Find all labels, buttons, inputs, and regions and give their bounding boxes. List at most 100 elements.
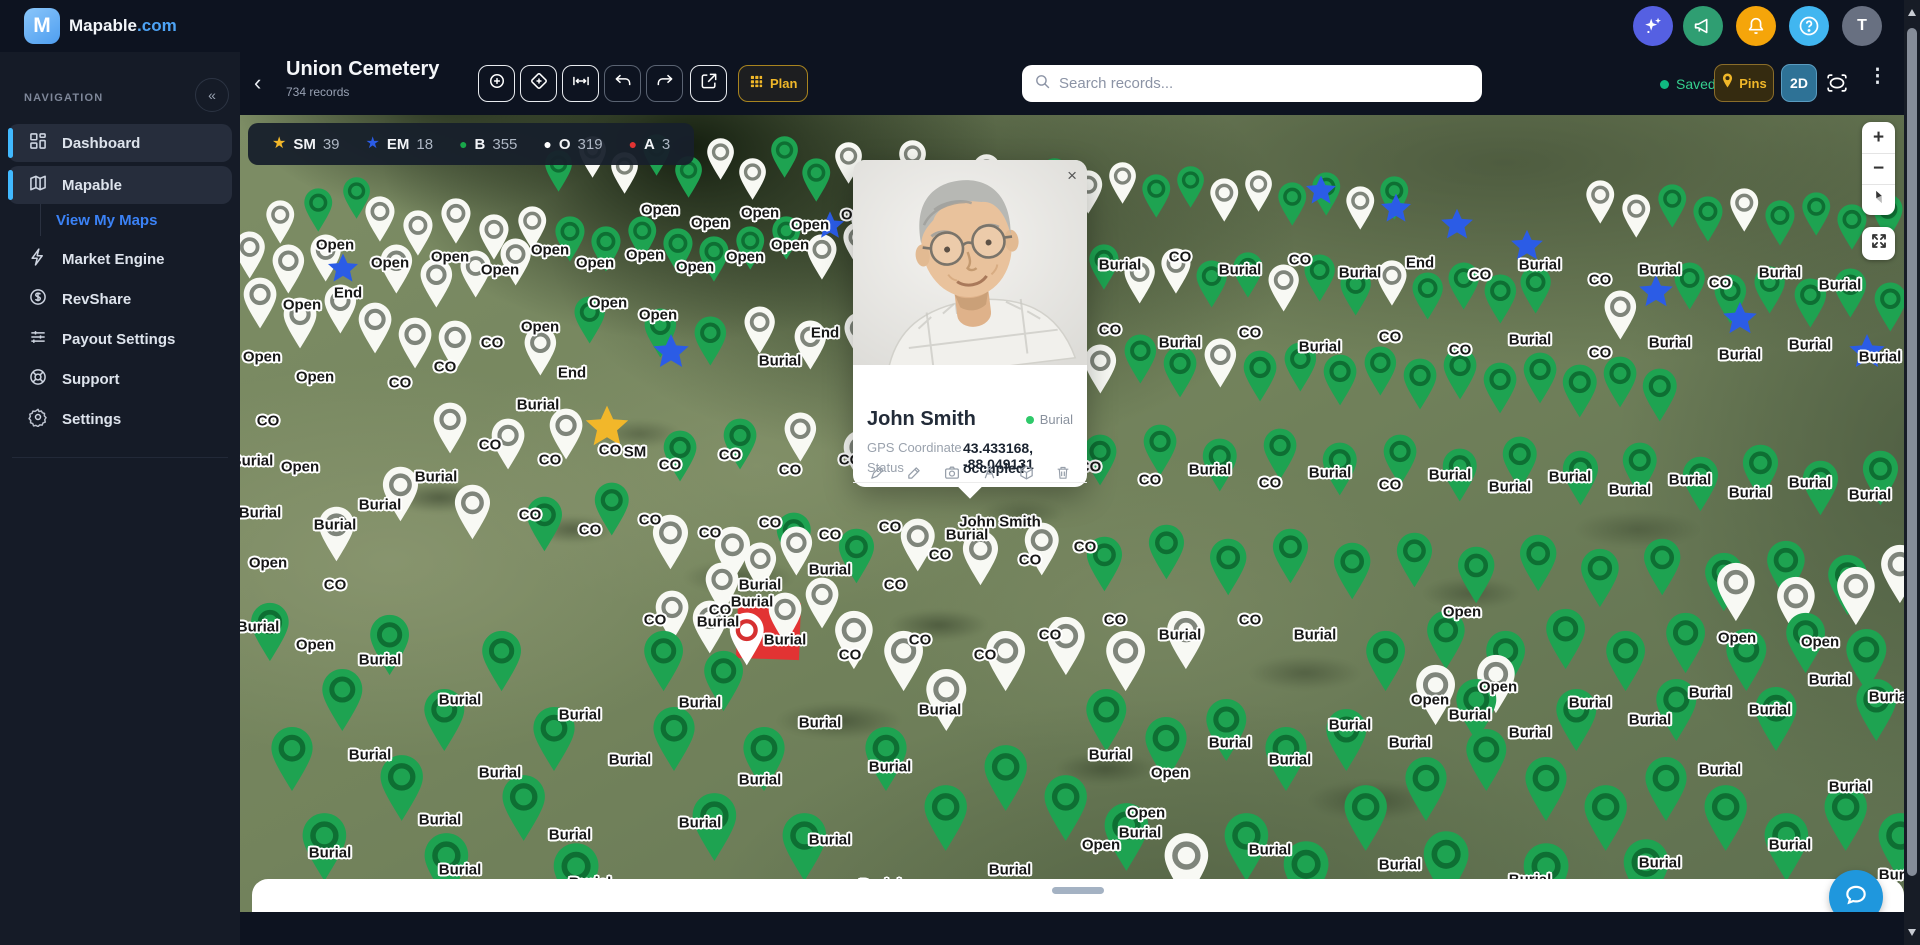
blue-star-marker[interactable] [1379,191,1413,225]
scroll-down-arrow[interactable] [1908,929,1916,936]
sidebar-item-support[interactable]: Support [8,360,232,398]
redo-icon [655,71,675,96]
blue-star-marker[interactable] [1304,173,1338,207]
compass-button[interactable] [1862,184,1895,215]
circle-icon: ● [543,137,551,151]
legend-item-o: ●O319 [543,136,602,153]
bottom-sheet [252,879,1904,912]
zoom-in-button[interactable]: + [1862,122,1895,153]
record-category: Burial [1026,412,1073,427]
add-location-button[interactable] [478,65,515,102]
export-button[interactable] [690,65,727,102]
sidebar-item-label: Mapable [62,177,122,194]
sidebar-item-payout-settings[interactable]: Payout Settings [8,320,232,358]
sidebar-item-settings[interactable]: Settings [8,400,232,438]
blue-star-marker[interactable] [1721,299,1759,337]
sidebar-item-label: RevShare [62,291,131,308]
star-icon: ★ [272,136,286,152]
pins-label: Pins [1739,76,1766,91]
blue-star-marker[interactable] [814,209,846,241]
nav-section-label: NAVIGATION [24,92,103,104]
close-icon[interactable]: × [1067,166,1077,186]
legend-count: 355 [492,136,517,153]
search-input[interactable] [1059,75,1470,92]
blue-star-marker[interactable] [326,251,360,285]
logo[interactable]: M Mapable.com [24,8,177,44]
cube-button[interactable] [1018,460,1035,484]
brand-name: Mapable [69,16,137,35]
expand-icon [1870,232,1888,255]
camera-button[interactable] [943,460,961,484]
help-button[interactable] [1789,6,1829,46]
map-canvas[interactable]: OpenOpenOpenOpenOpenOpenOpenOpenOpenOpen… [240,115,1904,912]
redo-button[interactable] [646,65,683,102]
blue-star-marker[interactable] [651,331,691,371]
sidebar-item-revshare[interactable]: RevShare [8,280,232,318]
blue-star-marker[interactable] [1439,206,1475,242]
compass-tool-button[interactable] [981,460,998,484]
move-pin-button[interactable] [520,65,557,102]
megaphone-icon [1692,15,1714,37]
legend-item-sm: ★SM39 [272,136,340,153]
marker-pen-button[interactable] [869,460,886,484]
sliders-icon [28,327,48,352]
undo-icon [613,71,633,96]
map-zoom-controls: + − [1862,122,1895,215]
notifications-button[interactable] [1736,6,1776,46]
undo-button[interactable] [604,65,641,102]
legend-count: 18 [416,136,433,153]
sidebar-item-market-engine[interactable]: Market Engine [8,240,232,278]
legend-item-b: ●B355 [459,136,517,153]
sidebar-collapse-button[interactable]: « [195,78,229,112]
bell-icon [1745,15,1767,37]
edit-button[interactable] [906,460,923,484]
sidebar-item-mapable[interactable]: Mapable [8,166,232,204]
active-accent [8,170,13,200]
zoom-out-button[interactable]: − [1862,153,1895,184]
measure-icon [571,71,591,96]
map-fullscreen-button[interactable] [1862,227,1895,260]
blue-star-marker[interactable] [1509,227,1545,263]
search-icon [1034,73,1051,95]
page-title: Union Cemetery [286,58,439,81]
record-photo [853,160,1087,365]
screen-capture-button[interactable] [1824,71,1850,100]
scrollbar-thumb[interactable] [1907,28,1917,876]
announcements-button[interactable] [1683,6,1723,46]
pins-toggle-button[interactable]: Pins [1714,64,1774,102]
blue-star-marker[interactable] [1637,272,1675,310]
saved-dot [1660,80,1669,89]
legend-code: EM [387,136,410,153]
screen-capture-icon [1824,82,1850,99]
sidebar-item-label: Payout Settings [62,331,175,348]
record-name: John Smith [867,408,976,431]
page-scrollbar[interactable] [1904,0,1920,945]
sidebar-item-dashboard[interactable]: Dashboard [8,124,232,162]
overflow-menu-button[interactable]: ⋮ [1868,65,1887,88]
sparkles-button[interactable] [1633,6,1673,46]
yellow-star-marker[interactable] [583,402,631,450]
lightning-icon [28,247,48,272]
back-button[interactable]: ‹ [254,70,261,96]
sparkles-icon [1642,15,1664,37]
star-icon: ★ [366,136,380,152]
measure-button[interactable] [562,65,599,102]
sheet-drag-handle[interactable] [1052,887,1104,894]
blue-star-marker[interactable] [1847,331,1887,371]
trash-button[interactable] [1055,460,1071,484]
add-location-icon [487,71,507,96]
user-avatar[interactable]: T [1842,6,1882,46]
search-bar [1022,65,1482,102]
legend-count: 39 [323,136,340,153]
logo-mark: M [24,8,60,44]
sidebar-item-view-my-maps[interactable]: View My Maps [56,212,157,229]
2d-mode-button[interactable]: 2D [1781,64,1817,102]
gear-icon [28,407,48,432]
legend-code: A [644,136,655,153]
move-diamond-icon [529,71,549,96]
avatar-letter: T [1857,17,1867,35]
grid-plan-icon [749,74,764,94]
plan-button[interactable]: Plan [738,65,808,102]
scroll-up-arrow[interactable] [1908,9,1916,16]
compass-icon [1870,188,1888,212]
